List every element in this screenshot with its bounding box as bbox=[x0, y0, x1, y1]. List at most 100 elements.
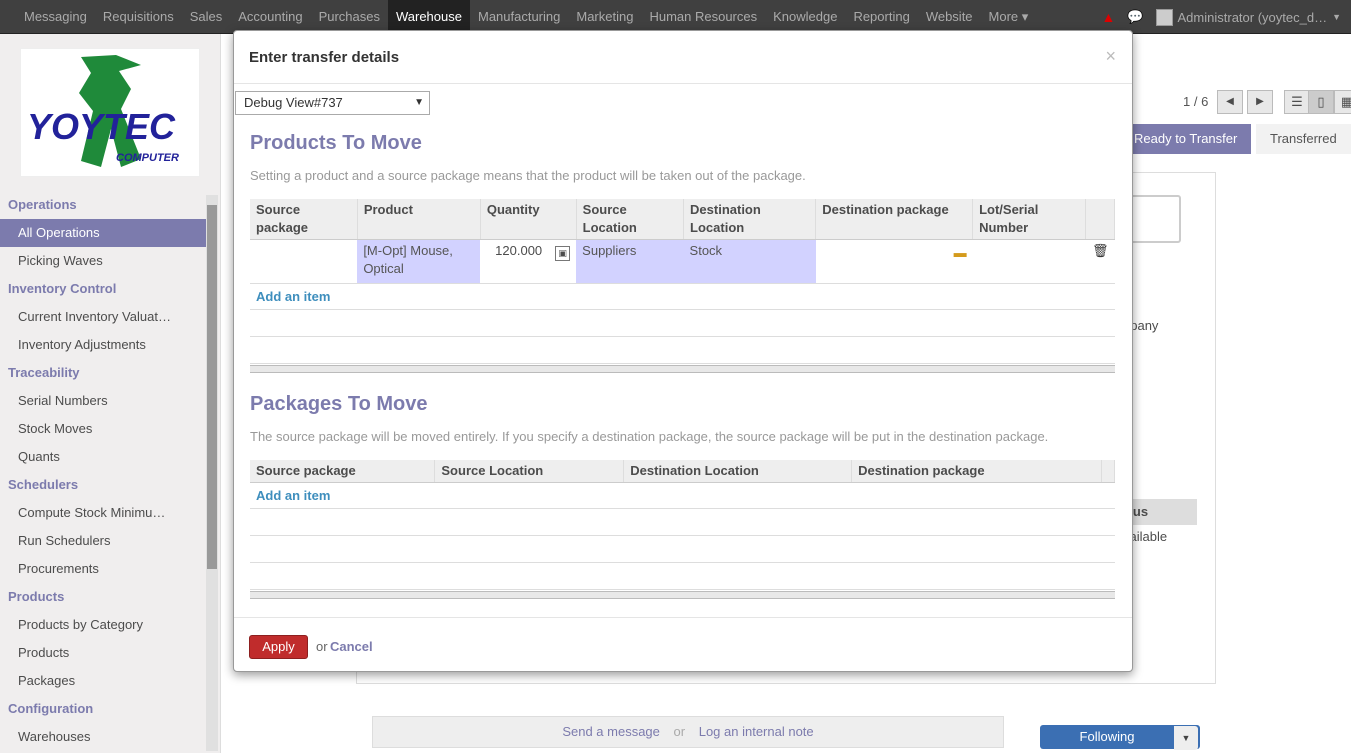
split-quantity-icon[interactable]: ▣ bbox=[555, 246, 571, 261]
menu-reporting[interactable]: Reporting bbox=[845, 0, 917, 34]
package-icon[interactable]: ▬ bbox=[954, 244, 967, 262]
menu-requisitions[interactable]: Requisitions bbox=[95, 0, 182, 34]
pager-next-button[interactable]: ▶ bbox=[1247, 90, 1273, 114]
sidebar-item-all-operations[interactable]: All Operations bbox=[0, 219, 206, 247]
sidebar-item-procurements[interactable]: Procurements bbox=[0, 555, 206, 583]
sidebar-item-picking-waves[interactable]: Picking Waves bbox=[0, 247, 206, 275]
products-section-title: Products To Move bbox=[250, 132, 422, 154]
topbar-right: ▲ 💬 Administrator (yoytec_d… ▼ bbox=[1101, 0, 1341, 34]
col-pkg-destination-package[interactable]: Destination package bbox=[851, 460, 1102, 483]
col-pkg-destination-location[interactable]: Destination Location bbox=[623, 460, 853, 483]
svg-text:COMPUTER: COMPUTER bbox=[116, 152, 179, 164]
cell-source-package[interactable] bbox=[250, 239, 358, 284]
list-view-button[interactable]: ☰ bbox=[1284, 90, 1310, 114]
pager-previous-button[interactable]: ◀ bbox=[1217, 90, 1243, 114]
status-ready-to-transfer[interactable]: Ready to Transfer bbox=[1120, 124, 1252, 154]
debug-view-select[interactable]: Debug View#737 ▼ bbox=[235, 91, 430, 115]
transfer-details-dialog: Enter transfer details × Debug View#737 … bbox=[233, 30, 1133, 672]
products-add-item-link[interactable]: Add an item bbox=[256, 289, 330, 304]
col-destination-location[interactable]: Destination Location bbox=[683, 199, 817, 240]
col-lot-serial-number[interactable]: Lot/Serial Number bbox=[972, 199, 1087, 240]
dialog-title: Enter transfer details bbox=[249, 49, 400, 66]
app-menu: Messaging Requisitions Sales Accounting … bbox=[16, 0, 1036, 34]
col-destination-package[interactable]: Destination package bbox=[815, 199, 974, 240]
sidebar-item-products[interactable]: Products bbox=[0, 639, 206, 667]
cell-source-location[interactable]: Suppliers bbox=[576, 239, 684, 284]
menu-human-resources[interactable]: Human Resources bbox=[641, 0, 765, 34]
sidebar-item-packages[interactable]: Packages bbox=[0, 667, 206, 695]
sidebar-item-inventory-adjustments[interactable]: Inventory Adjustments bbox=[0, 331, 206, 359]
sidebar-item-serial-numbers[interactable]: Serial Numbers bbox=[0, 387, 206, 415]
send-message-link[interactable]: Send a message bbox=[562, 724, 660, 739]
sidebar-scrollbar[interactable] bbox=[206, 195, 218, 751]
sidebar-item-products-by-category[interactable]: Products by Category bbox=[0, 611, 206, 639]
sidebar-item-warehouses[interactable]: Warehouses bbox=[0, 723, 206, 751]
debug-view-value: Debug View#737 bbox=[244, 95, 343, 110]
empty-row bbox=[250, 336, 1115, 364]
menu-messaging[interactable]: Messaging bbox=[16, 0, 95, 34]
products-table: Source package Product Quantity Source L… bbox=[250, 199, 1115, 364]
sidebar-item-current-inventory-valuation[interactable]: Current Inventory Valuat… bbox=[0, 303, 206, 331]
sidebar-item-stock-moves[interactable]: Stock Moves bbox=[0, 415, 206, 443]
packages-add-item-link[interactable]: Add an item bbox=[256, 488, 330, 503]
dialog-header: Enter transfer details × bbox=[234, 31, 1132, 84]
chevron-down-icon[interactable]: ▼ bbox=[1174, 726, 1198, 750]
menu-accounting[interactable]: Accounting bbox=[230, 0, 310, 34]
pager: 1 / 6 bbox=[1183, 94, 1209, 109]
cell-product[interactable]: [M-Opt] Mouse, Optical bbox=[357, 239, 481, 284]
cell-destination-location[interactable]: Stock bbox=[683, 239, 816, 284]
packages-section-title: Packages To Move bbox=[250, 393, 428, 415]
col-product[interactable]: Product bbox=[357, 199, 481, 240]
log-note-link[interactable]: Log an internal note bbox=[699, 724, 814, 739]
apply-button[interactable]: Apply bbox=[249, 635, 308, 659]
sidebar-section-operations: Operations bbox=[8, 197, 77, 212]
chevron-down-icon: ▼ bbox=[414, 97, 424, 108]
calendar-view-button[interactable]: ▦ bbox=[1334, 90, 1351, 114]
list-icon: ☰ bbox=[1291, 94, 1303, 109]
scrollbar-thumb[interactable] bbox=[207, 205, 217, 569]
table-row[interactable]: [M-Opt] Mouse, Optical 120.000 ▣ Supplie… bbox=[250, 239, 1115, 284]
col-pkg-source-location[interactable]: Source Location bbox=[434, 460, 625, 483]
logo-image: YOYTEC COMPUTER bbox=[27, 55, 179, 167]
menu-more[interactable]: More ▾ bbox=[981, 0, 1037, 34]
cell-lot-serial-number[interactable] bbox=[972, 239, 1086, 284]
quantity-value: 120.000 bbox=[495, 243, 543, 258]
footer-or: or bbox=[316, 639, 328, 654]
trash-icon[interactable]: 🗑 bbox=[1092, 243, 1109, 258]
col-pkg-source-package[interactable]: Source package bbox=[250, 460, 436, 483]
sidebar-item-quants[interactable]: Quants bbox=[0, 443, 206, 471]
cell-quantity[interactable]: 120.000 ▣ bbox=[480, 239, 577, 284]
products-table-header: Source package Product Quantity Source L… bbox=[250, 199, 1115, 240]
following-label: Following bbox=[1079, 729, 1135, 744]
following-button[interactable]: Following ▼ bbox=[1040, 725, 1200, 750]
user-menu[interactable]: Administrator (yoytec_d… ▼ bbox=[1155, 8, 1341, 26]
arrow-left-icon: ◀ bbox=[1226, 96, 1234, 107]
menu-knowledge[interactable]: Knowledge bbox=[765, 0, 845, 34]
form-view-button[interactable]: ▯ bbox=[1308, 90, 1334, 114]
sidebar-section-inventory-control: Inventory Control bbox=[8, 281, 117, 296]
chat-icon[interactable]: 💬 bbox=[1127, 9, 1143, 25]
col-source-location[interactable]: Source Location bbox=[576, 199, 685, 240]
avatar bbox=[1155, 8, 1173, 26]
sidebar-item-run-schedulers[interactable]: Run Schedulers bbox=[0, 527, 206, 555]
menu-warehouse[interactable]: Warehouse bbox=[387, 0, 470, 34]
col-actions bbox=[1085, 199, 1115, 240]
sidebar-item-compute-stock-minimum[interactable]: Compute Stock Minimu… bbox=[0, 499, 206, 527]
menu-purchases[interactable]: Purchases bbox=[311, 0, 388, 34]
menu-manufacturing[interactable]: Manufacturing bbox=[470, 0, 568, 34]
cancel-button[interactable]: Cancel bbox=[330, 639, 373, 654]
close-icon[interactable]: × bbox=[1105, 46, 1116, 67]
menu-website[interactable]: Website bbox=[918, 0, 981, 34]
menu-sales[interactable]: Sales bbox=[182, 0, 231, 34]
products-table-footer bbox=[250, 365, 1115, 373]
col-source-package[interactable]: Source package bbox=[250, 199, 358, 240]
cell-delete[interactable]: 🗑 bbox=[1085, 239, 1115, 284]
status-transferred[interactable]: Transferred bbox=[1256, 124, 1351, 154]
form-icon: ▯ bbox=[1317, 94, 1325, 109]
alert-icon[interactable]: ▲ bbox=[1101, 9, 1115, 25]
menu-marketing[interactable]: Marketing bbox=[568, 0, 641, 34]
cell-destination-package[interactable]: ▬ bbox=[815, 239, 973, 284]
sidebar-section-configuration: Configuration bbox=[8, 701, 94, 716]
packages-table-footer bbox=[250, 591, 1115, 599]
col-quantity[interactable]: Quantity bbox=[480, 199, 577, 240]
